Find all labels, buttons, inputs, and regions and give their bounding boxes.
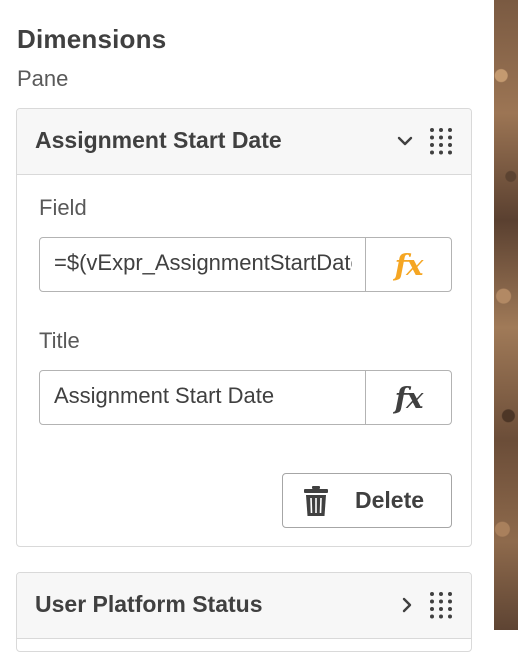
field-input[interactable]: =$(vExpr_AssignmentStartDate) (54, 250, 352, 276)
drag-handle-icon[interactable] (429, 591, 453, 619)
field-label: Field (39, 195, 87, 220)
dimension-title: User Platform Status (35, 591, 263, 617)
field-input-group: =$(vExpr_AssignmentStartDate) fx (39, 237, 452, 292)
section-heading: Dimensions (17, 24, 167, 54)
fx-icon: fx (394, 247, 424, 282)
fx-icon: fx (394, 380, 424, 415)
chevron-down-icon[interactable] (395, 131, 415, 151)
properties-panel: Dimensions Pane Assignment Start Date Fi… (0, 0, 494, 652)
dimension-card-collapsed: User Platform Status (16, 572, 472, 652)
section-subheading: Pane (17, 66, 69, 91)
background-photo (494, 0, 518, 630)
field-expression-button[interactable]: fx (365, 238, 451, 291)
title-label: Title (39, 328, 80, 353)
title-expression-button[interactable]: fx (365, 371, 451, 424)
drag-handle-icon[interactable] (429, 127, 453, 155)
dimension-title: Assignment Start Date (35, 127, 282, 153)
trash-icon (304, 486, 328, 516)
delete-button-label: Delete (355, 487, 425, 513)
title-input-group: Assignment Start Date fx (39, 370, 452, 425)
dimension-card-expanded: Assignment Start Date Field =$(vExpr_Ass… (16, 108, 472, 547)
dimension-card-header[interactable]: User Platform Status (17, 573, 471, 639)
dimension-card-header[interactable]: Assignment Start Date (17, 109, 471, 175)
delete-button[interactable]: Delete (282, 473, 452, 528)
title-input[interactable]: Assignment Start Date (54, 383, 352, 409)
chevron-right-icon[interactable] (397, 595, 417, 615)
